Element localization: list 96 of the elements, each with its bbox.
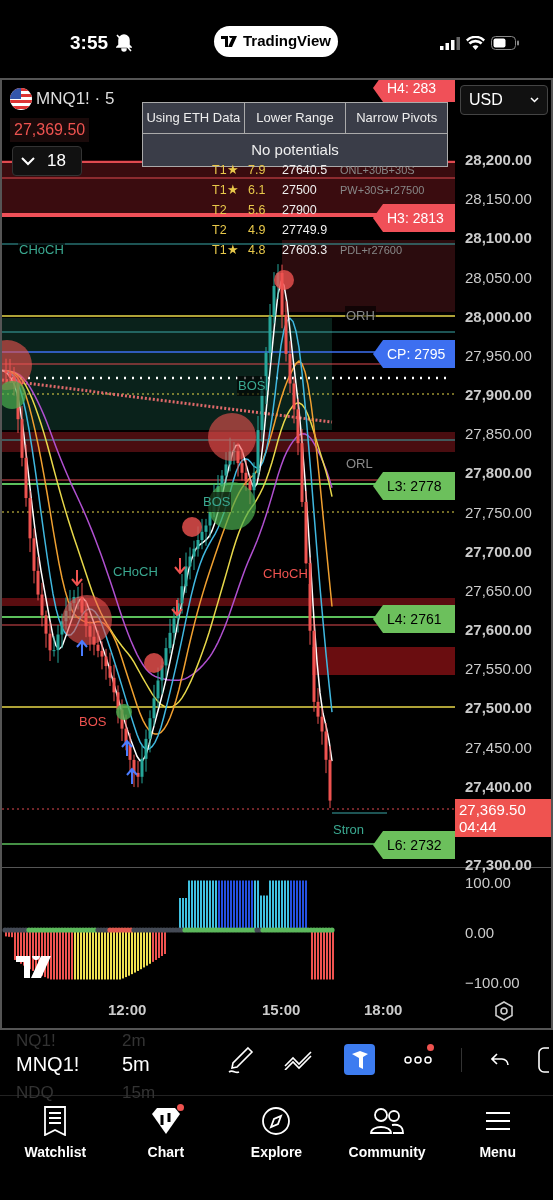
- target-note: PW+30S+r27500: [340, 182, 425, 198]
- chevron-down-icon: [530, 97, 539, 103]
- nav-tab[interactable]: Menu: [442, 1106, 553, 1163]
- up-arrow-icon: [76, 639, 88, 657]
- price-axis-label: 27,650.00: [465, 580, 532, 601]
- down-arrow-icon: [71, 569, 83, 587]
- interval-option[interactable]: 5m: [122, 1049, 150, 1079]
- price-axis-label: 27,800.00: [465, 463, 532, 484]
- price-axis-label: 28,100.00: [465, 228, 532, 249]
- app-name: TradingView: [242, 31, 332, 52]
- status-time: 3:55: [70, 30, 109, 55]
- price-axis-label: 28,000.00: [465, 306, 532, 327]
- indicator-button[interactable]: [344, 1044, 375, 1075]
- up-arrow-icon: [126, 767, 138, 785]
- nav-tab[interactable]: Community: [331, 1106, 443, 1163]
- signal-icon: [440, 36, 460, 50]
- target-score: 4.9: [248, 221, 267, 239]
- price-axis-label: 27,750.00: [465, 502, 532, 523]
- wifi-icon: [466, 36, 485, 50]
- target-note: PDL+r27600: [340, 242, 403, 258]
- logo-icon: [220, 36, 239, 47]
- nav-tab[interactable]: Chart: [110, 1106, 222, 1163]
- bell-slash-icon: [116, 34, 133, 52]
- table-message: No potentials: [143, 132, 447, 166]
- down-arrow-icon: [171, 599, 183, 617]
- signal-marker: [144, 653, 164, 673]
- indicators-toggle[interactable]: 18: [12, 146, 82, 176]
- price-axis-label: 27,450.00: [465, 737, 532, 758]
- target-score: 6.1: [248, 181, 267, 199]
- level-tag: H3: 2813: [373, 204, 455, 232]
- level-tag: CP: 2795: [373, 340, 455, 368]
- signal-marker: [182, 517, 202, 537]
- oscillator-axis-label: −100.00: [465, 973, 520, 993]
- target-price: 27603.3: [282, 241, 329, 259]
- currency-select[interactable]: USD: [460, 85, 548, 115]
- target-score: 4.8: [248, 241, 267, 259]
- compass-icon: [261, 1106, 292, 1136]
- level-tag: L3: 2778: [373, 472, 455, 500]
- time-axis-label: 15:00: [262, 1000, 301, 1020]
- candles-icon: [150, 1106, 181, 1136]
- price-axis-label: 27,500.00: [465, 698, 532, 719]
- nav-tab[interactable]: Watchlist: [0, 1106, 111, 1163]
- fullscreen-icon[interactable]: [538, 1046, 550, 1073]
- last-price: 27,369.50: [10, 118, 90, 142]
- bookmark-list-icon: [43, 1106, 68, 1136]
- signal-marker: [274, 270, 294, 290]
- target-price: 27500: [282, 181, 318, 199]
- oscillator-axis-label: 100.00: [465, 873, 511, 893]
- signal-marker: [208, 413, 256, 461]
- price-axis-label: 27,400.00: [465, 776, 532, 797]
- current-price: 27,369.50: [459, 801, 527, 818]
- signal-marker: [62, 595, 112, 645]
- table-header: Narrow Pivots: [355, 109, 439, 127]
- price-axis-label: 27,950.00: [465, 345, 532, 366]
- logo-icon: [350, 1049, 369, 1070]
- trend-lines-icon[interactable]: [283, 1049, 315, 1070]
- table-header: Using ETH Data: [143, 103, 245, 133]
- people-icon: [370, 1106, 405, 1136]
- target-grade-label: T2: [212, 221, 228, 239]
- nav-tab[interactable]: Explore: [221, 1106, 332, 1163]
- target-price: 27749.9: [282, 221, 329, 239]
- settings-icon[interactable]: [494, 1001, 514, 1021]
- price-axis-label: 28,150.00: [465, 189, 532, 210]
- more-icon[interactable]: [404, 1055, 432, 1064]
- level-tag: L6: 2732: [373, 831, 455, 859]
- flag-icon: [10, 87, 32, 110]
- price-axis-label: 28,200.00: [465, 150, 532, 170]
- up-arrow-icon: [121, 739, 133, 757]
- price-axis-label: 27,600.00: [465, 620, 532, 641]
- time-axis-label: 12:00: [108, 1000, 147, 1020]
- chevron-down-icon: [21, 156, 35, 166]
- chart-label: BOS: [202, 492, 232, 512]
- table-header: Lower Range: [244, 103, 347, 133]
- chart-label: CHoCH: [262, 564, 309, 584]
- pencil-icon[interactable]: [228, 1045, 254, 1074]
- target-grade-label: T1★: [212, 181, 240, 199]
- symbol-option[interactable]: MNQ1!: [16, 1049, 80, 1079]
- price-axis-label: 27,550.00: [465, 659, 532, 680]
- down-arrow-icon: [174, 557, 186, 575]
- level-tag: H4: 283: [373, 80, 455, 102]
- time-axis-label: 18:00: [364, 1000, 403, 1020]
- bar-countdown: 04:44: [459, 818, 498, 835]
- price-axis-label: 27,300.00: [465, 855, 532, 876]
- oscillator-axis-label: 0.00: [465, 923, 495, 943]
- price-axis-label: 27,900.00: [465, 385, 532, 405]
- level-tag: L4: 2761: [373, 605, 455, 633]
- price-level-line: [331, 812, 388, 814]
- price-axis-label: 27,850.00: [465, 424, 532, 445]
- chart-label: BOS: [237, 376, 267, 396]
- undo-icon[interactable]: [491, 1052, 509, 1067]
- price-axis-label: 28,050.00: [465, 267, 532, 288]
- battery-icon: [491, 36, 519, 50]
- signal-marker: [116, 704, 132, 720]
- symbol-title: MNQ1! · 5: [36, 88, 115, 110]
- price-axis-label: 27,700.00: [465, 541, 532, 562]
- target-grade-label: T1★: [212, 241, 240, 259]
